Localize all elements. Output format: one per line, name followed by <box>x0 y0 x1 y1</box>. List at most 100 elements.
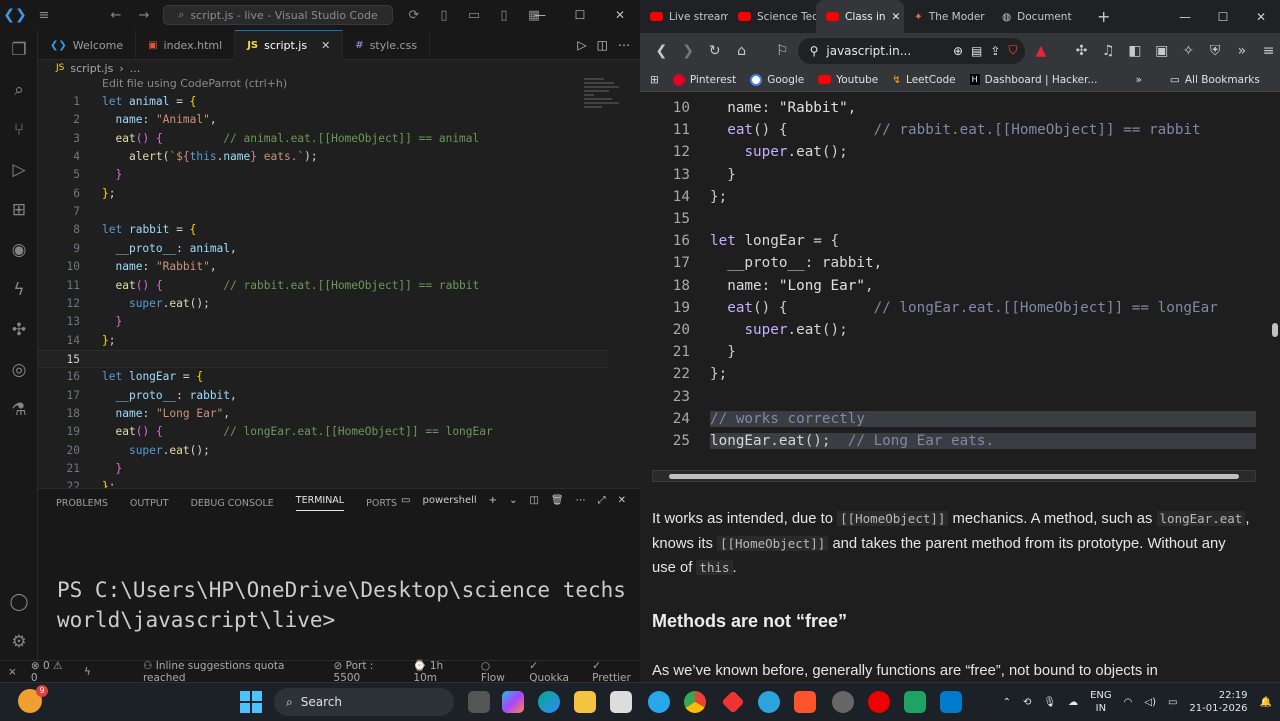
leo-ai-icon[interactable]: ✧ <box>1177 43 1200 59</box>
forward-arrow-icon[interactable]: ❯ <box>677 43 700 59</box>
code-line[interactable]: 1 let animal = { <box>38 93 608 111</box>
toggle-primary-sidebar-icon[interactable]: ▯ <box>430 8 458 23</box>
page-vertical-scrollbar[interactable] <box>1272 323 1278 337</box>
tab-style-css[interactable]: # style.css <box>343 30 431 60</box>
flow-status[interactable]: ○ Flow <box>481 660 515 683</box>
browser-tab-science-tec[interactable]: Science Tec <box>728 0 816 33</box>
extensions-icon[interactable]: ✣ <box>1070 43 1093 59</box>
sync-icon[interactable]: ⟲ <box>1023 697 1031 708</box>
codeparrot-icon[interactable]: ◎ <box>0 350 38 390</box>
vscode-taskbar-icon[interactable] <box>940 691 962 713</box>
grammarly-icon[interactable] <box>904 691 926 713</box>
scrollbar-thumb[interactable] <box>669 474 1239 479</box>
settings-icon[interactable] <box>648 691 670 713</box>
code-line[interactable]: 7 <box>38 203 608 221</box>
maximize-panel-icon[interactable]: ⤢ <box>598 495 606 506</box>
terminal-output[interactable]: PS C:\Users\HP\OneDrive\Desktop\science … <box>57 575 637 635</box>
apps-icon[interactable]: ⊞ <box>650 74 659 86</box>
main-menu-icon[interactable]: ≡ <box>1257 43 1280 59</box>
taskbar-search[interactable]: ⌕ Search <box>274 688 454 716</box>
split-terminal-icon[interactable]: ◫ <box>529 495 538 506</box>
panel-tab-debug-console[interactable]: DEBUG CONSOLE <box>191 498 274 509</box>
source-control-icon[interactable]: ⑂ <box>0 110 38 150</box>
language-indicator[interactable]: ENG IN <box>1090 689 1112 715</box>
site-info-icon[interactable]: ⚲ <box>810 44 819 58</box>
panel-tab-ports[interactable]: PORTS <box>366 498 397 509</box>
code-line[interactable]: 13 } <box>38 313 608 331</box>
panel-tab-problems[interactable]: PROBLEMS <box>56 498 108 509</box>
code-line[interactable]: 22}; <box>38 478 608 488</box>
split-editor-icon[interactable]: ◫ <box>597 38 608 52</box>
copilot-icon[interactable] <box>502 691 524 713</box>
tab-script-js[interactable]: JS script.js ✕ <box>235 30 344 60</box>
browser-tab-class[interactable]: Class in ✕ <box>816 0 904 33</box>
music-icon[interactable]: ♫ <box>1097 43 1120 59</box>
windows-start-icon[interactable] <box>240 691 262 713</box>
battery-icon[interactable]: ▭ <box>1168 697 1177 708</box>
breadcrumb-symbol[interactable]: ... <box>130 62 141 75</box>
more-actions-icon[interactable]: ⋯ <box>618 38 630 52</box>
code-line[interactable]: 19 eat() { // longEar.eat.[[HomeObject]]… <box>38 423 608 441</box>
obs-icon[interactable] <box>832 691 854 713</box>
paw-icon[interactable]: ✣ <box>0 310 38 350</box>
chrome-icon[interactable] <box>684 691 706 713</box>
code-line[interactable]: 16 let longEar = { <box>38 368 608 386</box>
store-icon[interactable] <box>610 691 632 713</box>
file-explorer-icon[interactable] <box>574 691 596 713</box>
microphone-icon[interactable]: 🎙 <box>1043 697 1056 708</box>
code-line[interactable]: 6}; <box>38 185 608 203</box>
share-icon[interactable]: ⇪ <box>990 44 1000 58</box>
close-icon[interactable]: ✕ <box>600 0 640 30</box>
minimize-icon[interactable]: — <box>1166 10 1204 24</box>
github-icon[interactable]: ◉ <box>0 230 38 270</box>
telegram-icon[interactable] <box>758 691 780 713</box>
cloud-icon[interactable]: ☁ <box>1068 697 1078 708</box>
problems-status[interactable]: ⊗ 0 ⚠ 0 <box>31 660 70 683</box>
new-tab-icon[interactable]: + <box>1087 7 1120 26</box>
brave-rewards-icon[interactable]: ▲ <box>1029 43 1052 59</box>
maximize-icon[interactable]: ☐ <box>560 0 600 30</box>
close-tab-icon[interactable]: ✕ <box>321 39 330 52</box>
browser-tab-the-moder[interactable]: ✦ The Moder <box>904 0 992 33</box>
all-bookmarks[interactable]: ▭ All Bookmarks <box>1170 74 1260 86</box>
bookmark-icon[interactable]: ⚐ <box>771 43 794 59</box>
code-line[interactable]: 4 alert(`${this.name} eats.`); <box>38 148 608 166</box>
minimize-icon[interactable]: — <box>520 0 560 30</box>
sidebar-icon[interactable]: ◧ <box>1124 43 1147 59</box>
browser-tab-live-stream[interactable]: Live stream <box>640 0 728 33</box>
toggle-panel-icon[interactable]: ▭ <box>460 8 488 23</box>
search-icon[interactable]: ⌕ <box>0 70 38 110</box>
forward-arrow-icon[interactable]: → <box>130 8 158 23</box>
reload-icon[interactable]: ↻ <box>703 43 726 59</box>
code-line[interactable]: 14}; <box>38 332 608 350</box>
back-arrow-icon[interactable]: ← <box>102 8 130 23</box>
extensions-icon[interactable]: ⊞ <box>0 190 38 230</box>
timer-status[interactable]: ⌚ 1h 10m <box>413 659 466 682</box>
wifi-icon[interactable]: ◠ <box>1124 697 1133 708</box>
weather-widget-icon[interactable]: 9 <box>18 685 48 713</box>
chevron-up-icon[interactable]: ⌃ <box>1003 697 1011 708</box>
prettier-status[interactable]: ✓ Prettier <box>592 660 640 683</box>
codeparrot-hint[interactable]: Edit file using CodeParrot (ctrl+h) <box>102 77 287 90</box>
vpn-icon[interactable]: ⛨ <box>1204 43 1227 59</box>
more-actions-icon[interactable]: ⋯ <box>576 495 586 506</box>
code-line[interactable]: 9 __proto__: animal, <box>38 240 608 258</box>
code-line[interactable]: 11 eat() { // rabbit.eat.[[HomeObject]] … <box>38 277 608 295</box>
terminal-shell-label[interactable]: powershell <box>423 495 477 506</box>
bookmark-youtube[interactable]: Youtube <box>818 74 878 86</box>
new-terminal-icon[interactable]: + <box>489 495 497 506</box>
chevron-down-icon[interactable]: ⌄ <box>509 495 517 506</box>
bookmark-hackerrank[interactable]: H Dashboard | Hacker... <box>969 74 1097 86</box>
browser-tab-document[interactable]: ◍ Document <box>992 0 1087 33</box>
close-icon[interactable]: ✕ <box>1242 10 1280 24</box>
brave-icon[interactable] <box>794 691 816 713</box>
menu-icon[interactable]: ≡ <box>30 8 58 23</box>
code-line[interactable]: 15 <box>38 349 608 369</box>
suggestions-status[interactable]: ⚇ Inline suggestions quota reached <box>143 660 320 683</box>
copilot-icon[interactable]: ⟳ <box>400 8 428 23</box>
gear-icon[interactable]: ⚙ <box>0 622 38 662</box>
wallet-icon[interactable]: ▣ <box>1150 43 1173 59</box>
close-tab-icon[interactable]: ✕ <box>892 11 901 23</box>
code-line[interactable]: 3 eat() { // animal.eat.[[HomeObject]] =… <box>38 130 608 148</box>
panel-tab-terminal[interactable]: TERMINAL <box>295 495 345 511</box>
